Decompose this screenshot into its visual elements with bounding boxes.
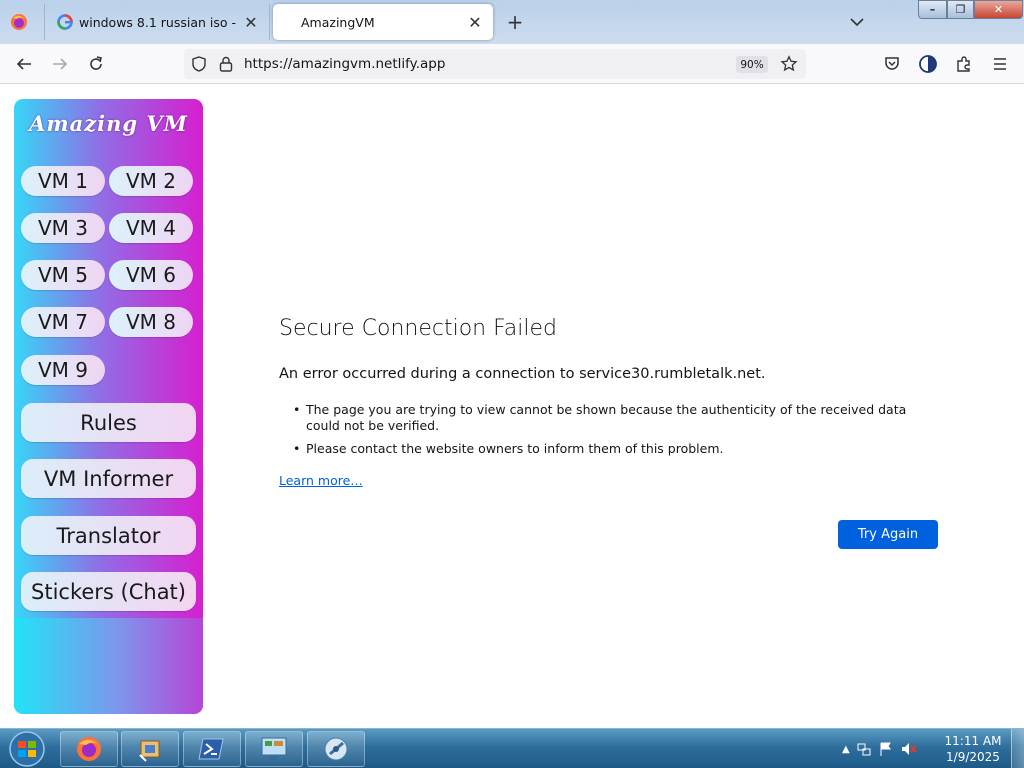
- contrast-icon: [919, 55, 937, 73]
- error-title: Secure Connection Failed: [279, 316, 557, 341]
- try-again-button[interactable]: Try Again: [838, 520, 938, 549]
- tab-title: windows 8.1 russian iso - Goog: [79, 14, 239, 30]
- action-center-flag-icon[interactable]: [878, 741, 894, 757]
- volume-muted-icon[interactable]: [900, 741, 918, 757]
- url-text[interactable]: https://amazingvm.netlify.app: [244, 56, 445, 72]
- window-controls: – ❐ ✕: [918, 0, 1023, 19]
- show-desktop-button[interactable]: [1011, 729, 1024, 768]
- reload-icon: [90, 56, 102, 70]
- error-details-list: The page you are trying to view cannot b…: [293, 402, 943, 464]
- vm-1-button[interactable]: VM 1: [21, 166, 105, 196]
- powershell-icon: [198, 738, 224, 760]
- puzzle-icon: [957, 56, 970, 72]
- rules-button[interactable]: Rules: [21, 403, 196, 442]
- learn-more-link[interactable]: Learn more…: [279, 473, 363, 488]
- amazingvm-logo: Amazing VM: [29, 111, 188, 136]
- tab-strip: windows 8.1 russian iso - Goog ✕ Amazing…: [0, 0, 1024, 44]
- start-button-windows-orb-icon[interactable]: [4, 730, 50, 768]
- tracking-protection-shield-icon[interactable]: [190, 55, 208, 73]
- google-icon: [57, 14, 73, 30]
- vm-4-button[interactable]: VM 4: [109, 213, 193, 243]
- vm-9-button[interactable]: VM 9: [21, 355, 105, 385]
- new-tab-button[interactable]: +: [503, 10, 527, 34]
- close-tab-icon[interactable]: ✕: [463, 10, 487, 34]
- clock-date: 1/9/2025: [946, 750, 1000, 764]
- hamburger-menu-icon: [994, 58, 1006, 70]
- tab-google-search[interactable]: windows 8.1 russian iso - Goog ✕: [44, 4, 270, 40]
- tab-amazingvm[interactable]: AmazingVM ✕: [273, 4, 493, 40]
- error-detail-item: Please contact the website owners to inf…: [293, 441, 943, 457]
- firefox-icon: [77, 737, 101, 761]
- system-tray: ▲: [842, 739, 918, 759]
- windows-taskbar: ▲ 11:11 AM 1/9/2025: [0, 728, 1024, 768]
- error-description: An error occurred during a connection to…: [279, 366, 766, 382]
- vm-informer-button[interactable]: VM Informer: [21, 459, 196, 498]
- system-clock[interactable]: 11:11 AM 1/9/2025: [940, 733, 1006, 765]
- address-bar[interactable]: https://amazingvm.netlify.app 90%: [184, 49, 806, 79]
- back-arrow-icon: [16, 58, 31, 70]
- close-window-button[interactable]: ✕: [974, 0, 1023, 19]
- list-all-tabs-icon[interactable]: [845, 10, 869, 34]
- control-panel-icon: [261, 737, 287, 760]
- vm-7-button[interactable]: VM 7: [21, 307, 105, 337]
- pocket-button[interactable]: [880, 52, 904, 76]
- vm-5-button[interactable]: VM 5: [21, 260, 105, 290]
- minimize-button[interactable]: –: [918, 0, 947, 19]
- clock-time: 11:11 AM: [944, 734, 1002, 748]
- extensions-button[interactable]: [952, 52, 976, 76]
- vm-3-button[interactable]: VM 3: [21, 213, 105, 243]
- dark-reader-extension-button[interactable]: [916, 52, 940, 76]
- translator-button[interactable]: Translator: [21, 516, 196, 555]
- back-button[interactable]: [12, 52, 36, 76]
- vm-6-button[interactable]: VM 6: [109, 260, 193, 290]
- vm-8-button[interactable]: VM 8: [109, 307, 193, 337]
- pocket-icon: [885, 57, 899, 70]
- amazingvm-sidebar: Amazing VM VM 1 VM 2 VM 3 VM 4 VM 5 VM 6…: [14, 99, 203, 714]
- reload-button[interactable]: [84, 52, 108, 76]
- tab-title: AmazingVM: [301, 14, 375, 30]
- taskbar-media-player[interactable]: [307, 731, 365, 767]
- forward-arrow-icon: [53, 58, 68, 70]
- taskbar-firefox[interactable]: [60, 731, 118, 767]
- forward-button[interactable]: [48, 52, 72, 76]
- taskbar-installer[interactable]: [121, 731, 179, 767]
- close-tab-icon[interactable]: ✕: [239, 10, 263, 34]
- media-player-icon: [324, 737, 348, 761]
- error-detail-item: The page you are trying to view cannot b…: [293, 402, 943, 434]
- taskbar-powershell[interactable]: [183, 731, 241, 767]
- sidebar-footer-area: [14, 618, 203, 714]
- navigation-toolbar: https://amazingvm.netlify.app 90%: [0, 44, 1024, 84]
- app-menu-button[interactable]: [988, 52, 1012, 76]
- lock-icon[interactable]: [218, 55, 234, 73]
- installer-icon: [139, 740, 160, 762]
- zoom-level-badge[interactable]: 90%: [736, 56, 768, 73]
- vm-2-button[interactable]: VM 2: [109, 166, 193, 196]
- show-hidden-icons-arrow-icon[interactable]: ▲: [842, 744, 850, 755]
- stickers-chat-button[interactable]: Stickers (Chat): [21, 572, 196, 611]
- firefox-view-icon[interactable]: [8, 11, 30, 33]
- network-icon[interactable]: [856, 741, 872, 757]
- maximize-button[interactable]: ❐: [947, 0, 974, 19]
- taskbar-control-panel[interactable]: [245, 731, 303, 767]
- bookmark-star-icon[interactable]: [780, 55, 798, 73]
